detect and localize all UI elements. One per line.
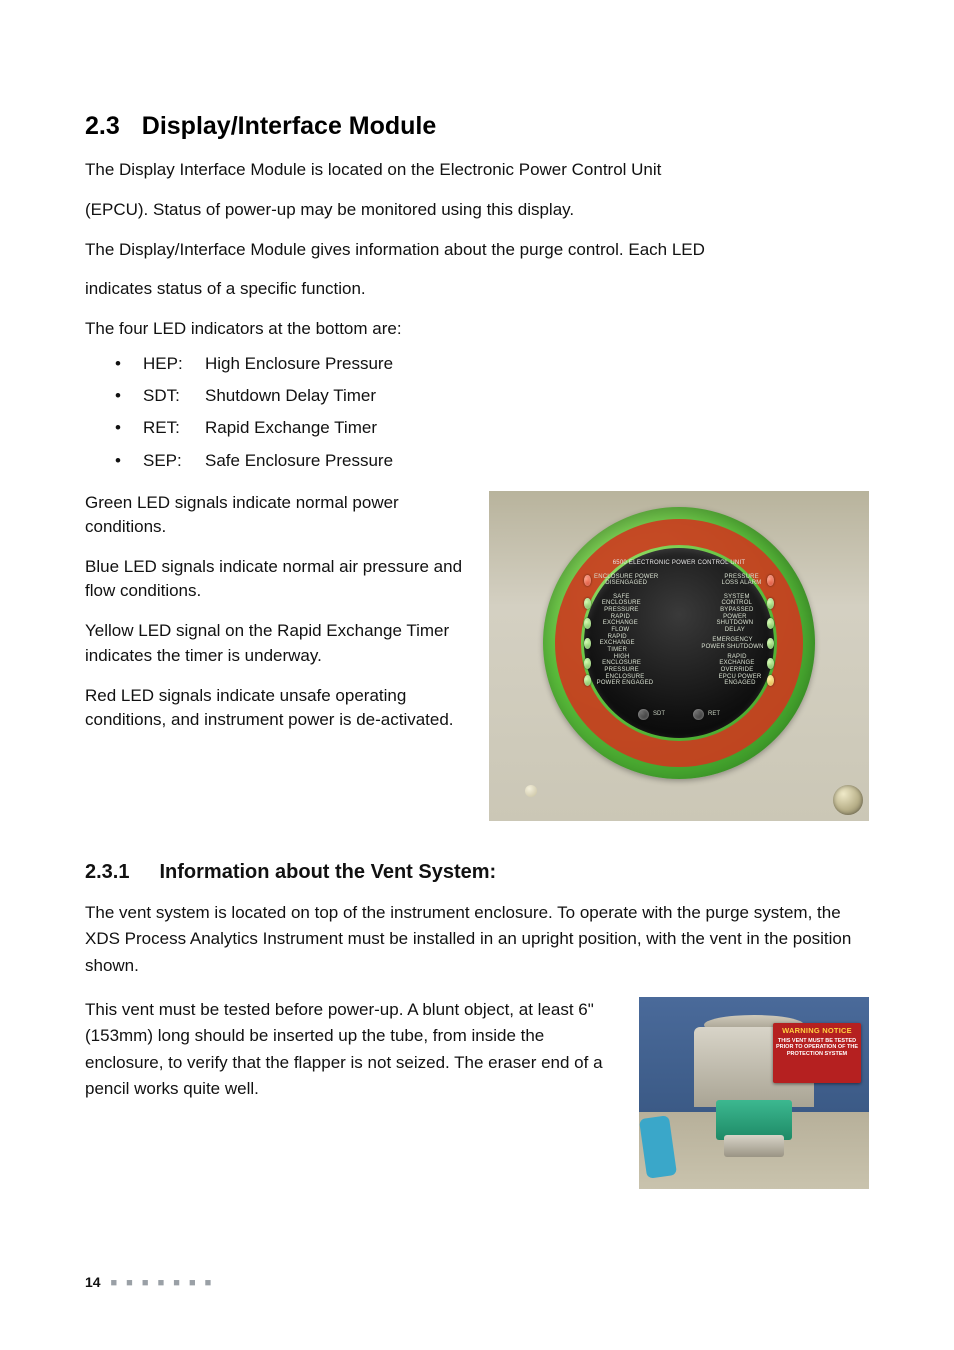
panel-label: ENCLOSURE POWER ENGAGED xyxy=(594,674,656,687)
led-icon xyxy=(767,675,774,686)
warning-text: THIS VENT MUST BE TESTED PRIOR TO OPERAT… xyxy=(775,1038,859,1058)
panel-label: POWER SHUTDOWN DELAY xyxy=(706,614,763,634)
vent-nut xyxy=(724,1135,784,1157)
led-desc: Rapid Exchange Timer xyxy=(205,418,377,437)
led-desc: High Enclosure Pressure xyxy=(205,354,393,373)
list-item: RET:Rapid Exchange Timer xyxy=(143,412,869,444)
body-text: The Display Interface Module is located … xyxy=(85,155,869,185)
led-abbr: SEP: xyxy=(143,445,205,477)
figure-vent: WARNING NOTICE THIS VENT MUST BE TESTED … xyxy=(639,997,869,1189)
panel-label: EPCU POWER ENGAGED xyxy=(716,674,764,687)
warning-title: WARNING NOTICE xyxy=(775,1027,859,1036)
led-abbr: SDT: xyxy=(143,380,205,412)
bolt-icon xyxy=(525,785,537,797)
epcu-black-panel: 6500 ELECTRONIC POWER CONTROL UNIT ENCLO… xyxy=(584,548,774,738)
panel-bottom-label: RET xyxy=(708,711,720,717)
panel-bottom-label: SDT xyxy=(653,711,665,717)
panel-label: HIGH ENCLOSURE PRESSURE xyxy=(594,654,650,674)
footer-dots: ■ ■ ■ ■ ■ ■ ■ xyxy=(110,1277,214,1289)
panel-title: 6500 ELECTRONIC POWER CONTROL UNIT xyxy=(584,560,774,566)
led-icon xyxy=(584,675,591,686)
panel-label: RAPID EXCHANGE OVERRIDE xyxy=(710,654,765,674)
body-text: The four LED indicators at the bottom ar… xyxy=(85,314,869,344)
led-icon xyxy=(693,709,704,720)
panel-label: ENCLOSURE POWER DISENGAGED xyxy=(594,574,659,587)
list-item: SDT:Shutdown Delay Timer xyxy=(143,380,869,412)
list-item: HEP:High Enclosure Pressure xyxy=(143,348,869,380)
subsection-title: Information about the Vent System: xyxy=(159,861,496,883)
led-abbr: RET: xyxy=(143,412,205,444)
body-text: indicates status of a specific function. xyxy=(85,274,869,304)
signal-green: Green LED signals indicate normal power … xyxy=(85,491,465,539)
led-desc: Shutdown Delay Timer xyxy=(205,386,376,405)
led-icon xyxy=(638,709,649,720)
led-icon xyxy=(767,638,774,649)
signal-yellow: Yellow LED signal on the Rapid Exchange … xyxy=(85,619,465,667)
list-item: SEP:Safe Enclosure Pressure xyxy=(143,445,869,477)
section-number: 2.3 xyxy=(85,112,120,141)
led-icon xyxy=(584,575,591,586)
led-abbr: HEP: xyxy=(143,348,205,380)
page-footer: 14 ■ ■ ■ ■ ■ ■ ■ xyxy=(85,1274,214,1290)
body-text: (EPCU). Status of power-up may be monito… xyxy=(85,195,869,225)
page-number: 14 xyxy=(85,1274,101,1290)
led-desc: Safe Enclosure Pressure xyxy=(205,451,393,470)
led-icon xyxy=(584,658,591,669)
led-icon xyxy=(767,658,774,669)
subsection-number: 2.3.1 xyxy=(85,861,129,884)
subsection-heading: 2.3.1 Information about the Vent System: xyxy=(85,861,869,884)
panel-label: RAPID EXCHANGE TIMER xyxy=(594,634,641,654)
panel-label: SYSTEM CONTROL BYPASSED xyxy=(709,594,764,614)
led-icon xyxy=(767,598,774,609)
led-icon xyxy=(767,575,774,586)
led-icon xyxy=(767,618,774,629)
led-icon xyxy=(584,638,591,649)
led-icon xyxy=(584,598,591,609)
body-text: The Display/Interface Module gives infor… xyxy=(85,235,869,265)
panel-label: PRESSURE LOSS ALARM xyxy=(719,574,765,587)
signal-blue: Blue LED signals indicate normal air pre… xyxy=(85,555,465,603)
warning-tag: WARNING NOTICE THIS VENT MUST BE TESTED … xyxy=(773,1023,861,1083)
body-text: The vent system is located on top of the… xyxy=(85,900,869,979)
led-indicator-list: HEP:High Enclosure Pressure SDT:Shutdown… xyxy=(85,348,869,477)
section-heading: 2.3 Display/Interface Module xyxy=(85,112,869,141)
body-text: This vent must be tested before power-up… xyxy=(85,997,625,1102)
bolt-icon xyxy=(833,785,863,815)
led-icon xyxy=(584,618,591,629)
section-title: Display/Interface Module xyxy=(142,112,437,140)
panel-label: RAPID EXCHANGE FLOW xyxy=(594,614,646,634)
vent-mid xyxy=(716,1100,792,1140)
vent-tube xyxy=(639,1115,677,1179)
signal-red: Red LED signals indicate unsafe operatin… xyxy=(85,684,465,732)
panel-label: EMERGENCY POWER SHUTDOWN xyxy=(701,637,765,650)
panel-label: SAFE ENCLOSURE PRESSURE xyxy=(594,594,650,614)
figure-epcu: 6500 ELECTRONIC POWER CONTROL UNIT ENCLO… xyxy=(489,491,869,821)
